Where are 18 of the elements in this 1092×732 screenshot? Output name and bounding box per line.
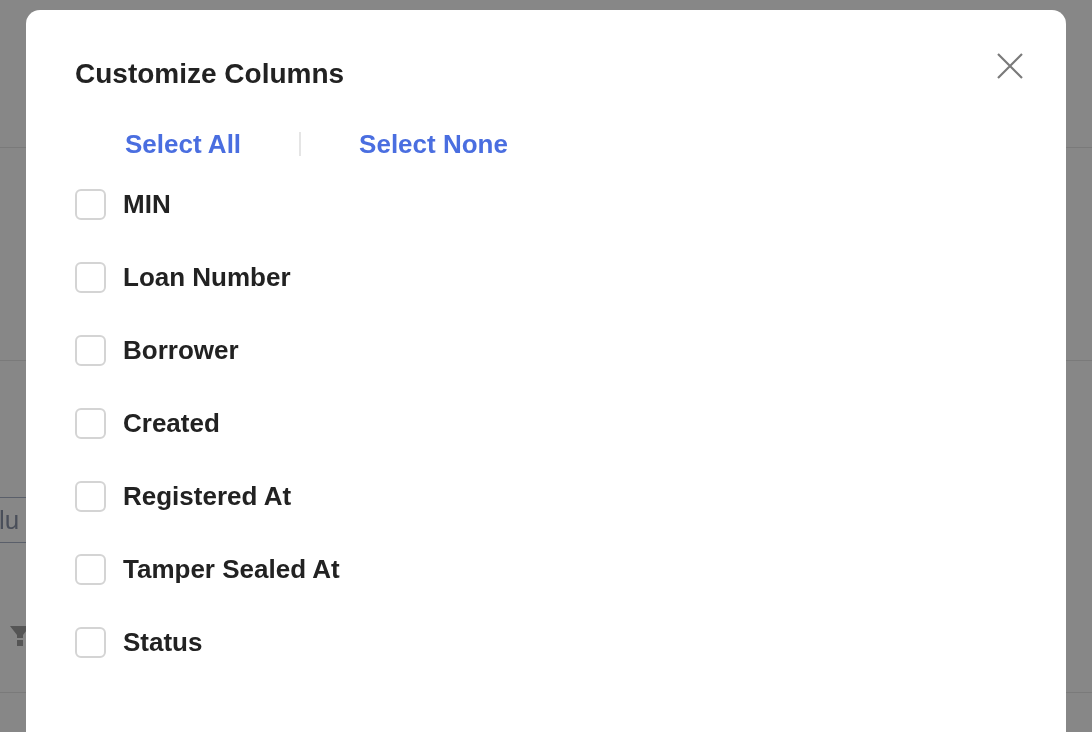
column-label: Borrower [123, 333, 239, 367]
checkbox[interactable] [75, 261, 106, 293]
select-all-link[interactable]: Select All [125, 124, 242, 164]
checkbox[interactable] [75, 334, 106, 366]
select-none-link[interactable]: Select None [359, 124, 508, 164]
checkbox[interactable] [75, 188, 106, 220]
checkbox[interactable] [75, 480, 106, 512]
checkbox[interactable] [75, 553, 106, 585]
checkbox[interactable] [75, 407, 106, 439]
checkbox[interactable] [75, 626, 106, 658]
column-label: Created [123, 406, 220, 440]
column-label: Loan Number [123, 260, 291, 294]
close-icon [997, 53, 1023, 79]
column-label: Tamper Sealed At [123, 552, 340, 586]
column-label: Status [123, 625, 203, 659]
column-label: Registered At [123, 479, 292, 513]
dialog-title: Customize Columns [75, 57, 345, 91]
column-label: MIN [123, 187, 171, 221]
